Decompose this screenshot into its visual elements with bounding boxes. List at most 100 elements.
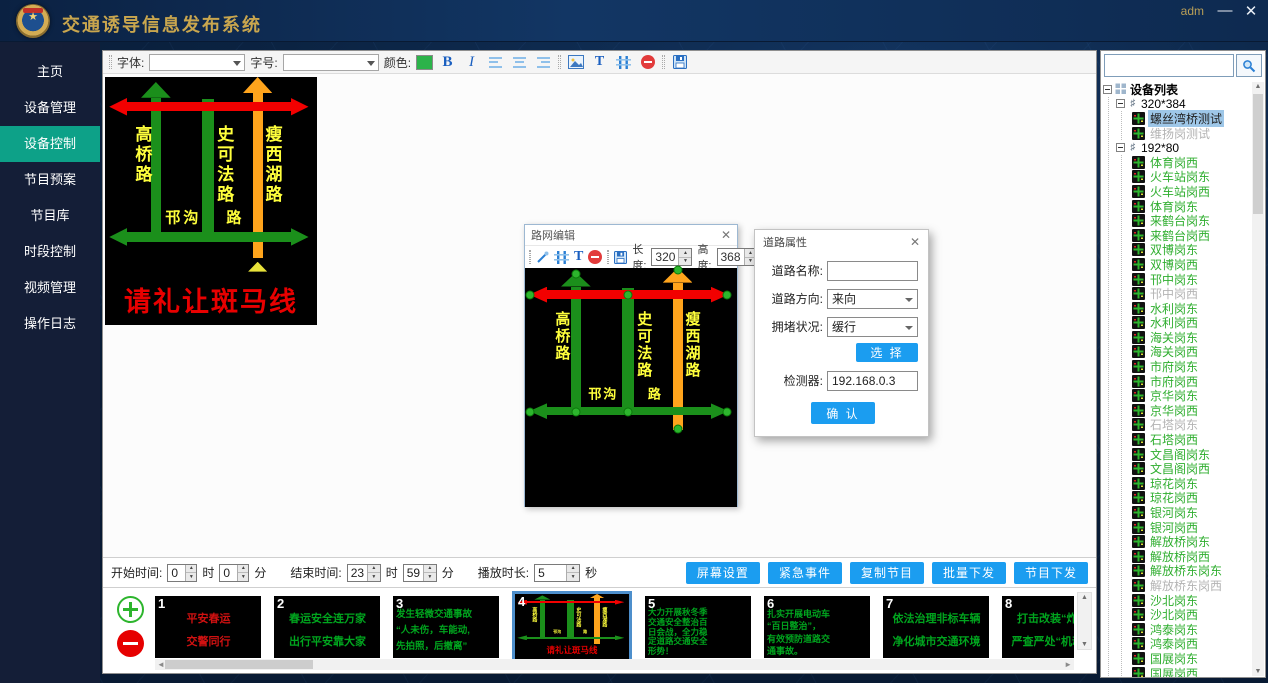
sidebar-item-time-period-control[interactable]: 时段控制: [0, 234, 100, 270]
tree-device-item[interactable]: 国展岗西: [1124, 666, 1251, 677]
start-minute-spinner[interactable]: 0▲▼: [219, 564, 249, 582]
bold-button[interactable]: B: [438, 53, 457, 72]
tree-device-item[interactable]: 琼花岗东: [1124, 476, 1251, 491]
tree-device-item[interactable]: 邗中岗西: [1124, 286, 1251, 301]
confirm-button[interactable]: 确 认: [811, 402, 875, 424]
start-hour-spinner[interactable]: 0▲▼: [167, 564, 197, 582]
edit-handle[interactable]: [624, 290, 633, 299]
tree-device-item[interactable]: 海关岗西: [1124, 345, 1251, 360]
align-left-button[interactable]: [486, 53, 505, 72]
spin-down-icon[interactable]: ▼: [679, 258, 691, 266]
program-thumbnail-1[interactable]: 1平安春运交警同行: [155, 596, 261, 658]
tree-device-item[interactable]: 水利岗东: [1124, 301, 1251, 316]
tree-root-row[interactable]: 设备列表: [1103, 82, 1251, 97]
tree-device-item[interactable]: 解放桥东岗西: [1124, 578, 1251, 593]
delete-element-button[interactable]: [638, 53, 657, 72]
spin-down-icon[interactable]: ▼: [186, 573, 196, 581]
tree-device-item[interactable]: 石塔岗东: [1124, 418, 1251, 433]
sidebar-item-device-control[interactable]: 设备控制: [0, 126, 100, 162]
device-search-input[interactable]: [1104, 54, 1234, 77]
spin-down-icon[interactable]: ▼: [368, 573, 380, 581]
playlist-vertical-scrollbar[interactable]: ▲▼: [1077, 592, 1092, 650]
save-button[interactable]: [670, 53, 689, 72]
tree-device-item[interactable]: 文昌阁岗西: [1124, 461, 1251, 476]
spin-down-icon[interactable]: ▼: [567, 573, 579, 581]
minimize-button[interactable]: —: [1214, 2, 1236, 19]
design-canvas[interactable]: 高桥路史可法路瘦西湖路邗沟路请礼让斑马线 路网编辑 ✕ T: [103, 74, 1096, 557]
property-dialog-close-button[interactable]: ✕: [910, 235, 920, 249]
tree-collapse-icon[interactable]: [1116, 143, 1125, 152]
roadnet-tool-button[interactable]: [614, 53, 633, 72]
edit-handle[interactable]: [526, 290, 535, 299]
delete-element-button[interactable]: [588, 248, 602, 267]
tree-device-item[interactable]: 体育岗西: [1124, 155, 1251, 170]
sidebar-item-video-management[interactable]: 视频管理: [0, 270, 100, 306]
end-minute-spinner[interactable]: 59▲▼: [403, 564, 437, 582]
tree-device-item[interactable]: 银河岗东: [1124, 505, 1251, 520]
spin-down-icon[interactable]: ▼: [238, 573, 248, 581]
scrollbar-thumb[interactable]: [1253, 94, 1263, 214]
logged-in-user[interactable]: adm: [1181, 4, 1204, 18]
tree-device-item[interactable]: 琼花岗西: [1124, 491, 1251, 506]
scroll-right-icon[interactable]: ►: [1064, 660, 1072, 669]
draw-line-button[interactable]: [536, 248, 549, 267]
tree-group-192x80[interactable]: ♯192*80: [1109, 140, 1251, 155]
screen-settings-button[interactable]: 屏幕设置: [686, 562, 760, 584]
copy-program-button[interactable]: 复制节目: [850, 562, 924, 584]
spin-up-icon[interactable]: ▲: [424, 565, 436, 574]
tree-device-item[interactable]: 文昌阁岗东: [1124, 447, 1251, 462]
duration-spinner[interactable]: 5▲▼: [534, 564, 580, 582]
tree-device-item[interactable]: 解放桥东岗东: [1124, 564, 1251, 579]
program-thumbnail-7[interactable]: 7依法治理非标车辆净化城市交通环境: [883, 596, 989, 658]
tree-device-item[interactable]: 石塔岗西: [1124, 432, 1251, 447]
emergency-event-button[interactable]: 紧急事件: [768, 562, 842, 584]
detector-input[interactable]: 192.168.0.3: [827, 371, 918, 391]
scrollbar-thumb[interactable]: [165, 660, 313, 669]
edit-handle[interactable]: [571, 407, 580, 416]
tree-device-item[interactable]: 螺丝湾桥测试: [1124, 111, 1251, 126]
tree-device-item[interactable]: 京华岗东: [1124, 388, 1251, 403]
save-roadnet-button[interactable]: [614, 248, 627, 267]
playlist-horizontal-scrollbar[interactable]: ◄ ►: [155, 659, 1074, 670]
search-button[interactable]: [1236, 54, 1262, 77]
road-tool-button[interactable]: [554, 248, 569, 267]
road-name-input[interactable]: [827, 261, 918, 281]
tree-device-item[interactable]: 市府岗东: [1124, 359, 1251, 374]
tree-device-item[interactable]: 来鹤台岗东: [1124, 213, 1251, 228]
tree-device-item[interactable]: 水利岗西: [1124, 316, 1251, 331]
color-swatch[interactable]: [416, 55, 433, 70]
program-send-button[interactable]: 节目下发: [1014, 562, 1088, 584]
tree-device-item[interactable]: 鸿泰岗东: [1124, 622, 1251, 637]
spin-up-icon[interactable]: ▲: [679, 249, 691, 258]
tree-collapse-icon[interactable]: [1116, 99, 1125, 108]
remove-program-button[interactable]: [117, 630, 144, 657]
tree-device-item[interactable]: 双博岗东: [1124, 243, 1251, 258]
spin-up-icon[interactable]: ▲: [368, 565, 380, 574]
tree-group-320x384[interactable]: ♯320*384: [1109, 97, 1251, 112]
scroll-down-icon[interactable]: ▼: [1081, 641, 1088, 648]
tree-device-item[interactable]: 火车站岗西: [1124, 184, 1251, 199]
height-spinner[interactable]: 368▲▼: [717, 248, 758, 266]
tree-device-item[interactable]: 海关岗东: [1124, 330, 1251, 345]
tree-device-item[interactable]: 沙北岗东: [1124, 593, 1251, 608]
tree-device-item[interactable]: 鸿泰岗西: [1124, 637, 1251, 652]
tree-device-item[interactable]: 解放桥岗东: [1124, 534, 1251, 549]
spin-down-icon[interactable]: ▼: [424, 573, 436, 581]
scroll-left-icon[interactable]: ◄: [157, 660, 165, 669]
text-tool-button[interactable]: T: [590, 53, 609, 72]
program-thumbnail-4[interactable]: 4高桥路史可法路瘦西湖路邗沟路请礼让斑马线: [512, 591, 632, 665]
add-program-button[interactable]: [117, 596, 144, 623]
text-tool-button[interactable]: T: [574, 248, 583, 267]
sidebar-item-operation-log[interactable]: 操作日志: [0, 306, 100, 342]
roadnet-dialog-close-button[interactable]: ✕: [721, 228, 731, 242]
tree-device-item[interactable]: 火车站岗东: [1124, 170, 1251, 185]
scroll-down-icon[interactable]: ▼: [1255, 668, 1262, 675]
select-detector-button[interactable]: 选 择: [856, 343, 918, 362]
sidebar-item-device-management[interactable]: 设备管理: [0, 90, 100, 126]
spin-up-icon[interactable]: ▲: [238, 565, 248, 574]
batch-send-button[interactable]: 批量下发: [932, 562, 1006, 584]
road-direction-select[interactable]: 来向: [827, 289, 918, 309]
roadnet-edit-canvas[interactable]: 高桥路史可法路瘦西湖路邗沟路: [525, 268, 737, 507]
congestion-select[interactable]: 缓行: [827, 317, 918, 337]
edit-handle[interactable]: [673, 424, 682, 433]
